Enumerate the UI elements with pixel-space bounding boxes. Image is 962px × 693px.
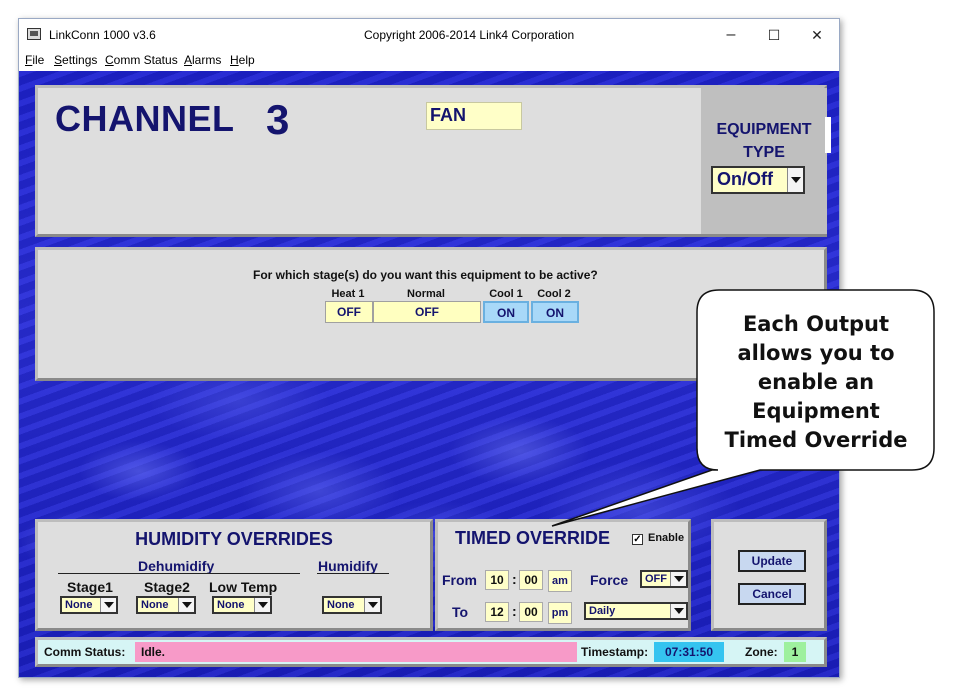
force-label: Force xyxy=(590,572,629,588)
stage-head-normal: Normal xyxy=(407,288,445,300)
schedule-value: Daily xyxy=(589,605,616,617)
menu-help[interactable]: Help xyxy=(230,53,255,67)
low-temp-value: None xyxy=(217,599,245,611)
title-bar: LinkConn 1000 v3.6 Copyright 2006-2014 L… xyxy=(19,19,839,51)
equipment-type-value: On/Off xyxy=(717,169,773,189)
menu-bar: File Settings Comm Status Alarms Help xyxy=(19,51,839,71)
from-hour-field[interactable]: 10 xyxy=(485,570,509,590)
callout-line: enable an xyxy=(757,370,875,394)
menu-alarms[interactable]: Alarms xyxy=(184,53,221,67)
callout-line: Timed Override xyxy=(724,428,908,452)
action-panel: Update Cancel xyxy=(711,519,827,631)
low-temp-label: Low Temp xyxy=(209,579,278,595)
humidify-divider xyxy=(317,573,389,574)
menu-settings[interactable]: Settings xyxy=(54,53,97,67)
chevron-down-icon[interactable] xyxy=(670,572,686,586)
equipment-type-title: EQUIPMENT TYPE xyxy=(701,118,827,164)
timed-override-title: TIMED OVERRIDE xyxy=(455,528,611,548)
equipment-type-box: EQUIPMENT TYPE On/Off xyxy=(701,88,827,234)
humidify-heading: Humidify xyxy=(318,558,378,574)
stage-toggle-cool2[interactable]: ON xyxy=(531,301,579,323)
channel-name-field[interactable]: FAN xyxy=(426,102,522,130)
enable-label: Enable xyxy=(648,532,685,544)
from-label: From xyxy=(442,572,477,588)
stage-head-cool1: Cool 1 xyxy=(489,288,523,300)
copyright-text: Copyright 2006-2014 Link4 Corporation xyxy=(364,28,575,42)
stage1-select[interactable]: None xyxy=(60,596,118,614)
to-hour-field[interactable]: 12 xyxy=(485,602,509,622)
status-bar: Comm Status: Idle. Timestamp: 07:31:50 Z… xyxy=(35,637,827,667)
callout-line: Equipment xyxy=(752,399,880,423)
humidify-value: None xyxy=(327,599,355,611)
stage-head-heat1: Heat 1 xyxy=(331,288,365,300)
to-colon: : xyxy=(512,603,517,619)
callout-line: Each Output xyxy=(742,312,890,336)
to-minute-field[interactable]: 00 xyxy=(519,602,543,622)
from-minute-field[interactable]: 00 xyxy=(519,570,543,590)
zone-value: 1 xyxy=(784,642,806,662)
zone-label: Zone: xyxy=(745,645,778,659)
chevron-down-icon[interactable] xyxy=(100,598,116,612)
stage2-select[interactable]: None xyxy=(136,596,196,614)
maximize-button[interactable]: ☐ xyxy=(754,23,794,47)
comm-status-value: Idle. xyxy=(135,642,577,662)
chevron-down-icon[interactable] xyxy=(364,598,380,612)
callout-text: Each Output allows you to enable an Equi… xyxy=(700,310,932,455)
to-ampm-toggle[interactable]: pm xyxy=(548,602,572,624)
minimize-button[interactable]: – xyxy=(711,23,751,47)
cancel-label: Cancel xyxy=(752,587,792,601)
update-button[interactable]: Update xyxy=(738,550,806,572)
dehumidify-heading: Dehumidify xyxy=(138,558,215,574)
stage-toggle-normal[interactable]: OFF xyxy=(373,301,481,323)
enable-checkbox[interactable]: ✓ xyxy=(632,534,643,545)
close-button[interactable]: ✕ xyxy=(797,23,837,47)
timestamp-value: 07:31:50 xyxy=(654,642,724,662)
stage-toggle-cool1[interactable]: ON xyxy=(483,301,529,323)
low-temp-select[interactable]: None xyxy=(212,596,272,614)
to-label: To xyxy=(452,604,469,620)
dehumidify-divider xyxy=(58,573,300,574)
stage1-value: None xyxy=(65,599,93,611)
cancel-button[interactable]: Cancel xyxy=(738,583,806,605)
chevron-down-icon[interactable] xyxy=(787,168,803,192)
humidity-overrides-panel: HUMIDITY OVERRIDES Dehumidify Humidify S… xyxy=(35,519,433,631)
channel-panel: CHANNEL 3 FAN EQUIPMENT TYPE On/Off xyxy=(35,85,827,237)
stage2-value: None xyxy=(141,599,169,611)
update-label: Update xyxy=(751,554,793,568)
from-ampm-toggle[interactable]: am xyxy=(548,570,572,592)
chevron-down-icon[interactable] xyxy=(178,598,194,612)
menu-comm-status[interactable]: Comm Status xyxy=(105,53,178,67)
stage1-label: Stage1 xyxy=(67,579,113,595)
stage-head-cool2: Cool 2 xyxy=(537,288,571,300)
timestamp-label: Timestamp: xyxy=(581,645,649,659)
timed-override-panel: TIMED OVERRIDE ✓ Enable From 10 : 00 am … xyxy=(435,519,691,631)
stage2-label: Stage2 xyxy=(144,579,190,595)
equipment-type-title-line1: EQUIPMENT xyxy=(716,121,812,138)
force-value: OFF xyxy=(645,573,667,585)
window-title: LinkConn 1000 v3.6 xyxy=(49,28,156,42)
equipment-type-title-line2: TYPE xyxy=(743,144,785,161)
chevron-down-icon[interactable] xyxy=(670,604,686,618)
channel-label: CHANNEL xyxy=(55,98,235,139)
stage-question-text: For which stage(s) do you want this equi… xyxy=(253,268,598,282)
menu-file[interactable]: File xyxy=(25,53,44,67)
stage-toggle-heat1[interactable]: OFF xyxy=(325,301,373,323)
callout-line: allows you to xyxy=(737,341,895,365)
humidify-select[interactable]: None xyxy=(322,596,382,614)
comm-status-label: Comm Status: xyxy=(44,645,126,659)
humidity-title: HUMIDITY OVERRIDES xyxy=(135,529,333,549)
edge-marker xyxy=(825,117,831,153)
equipment-type-select[interactable]: On/Off xyxy=(711,166,805,194)
channel-number: 3 xyxy=(266,96,290,143)
schedule-select[interactable]: Daily xyxy=(584,602,688,620)
chevron-down-icon[interactable] xyxy=(254,598,270,612)
app-icon xyxy=(27,28,41,40)
force-select[interactable]: OFF xyxy=(640,570,688,588)
from-colon: : xyxy=(512,571,517,587)
